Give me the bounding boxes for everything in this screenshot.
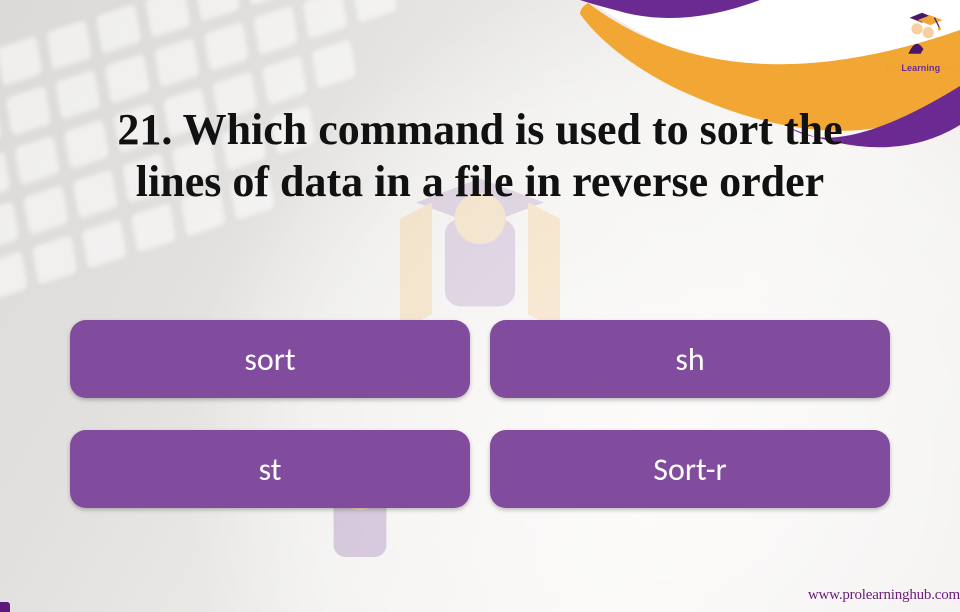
brand-learning: Learning <box>901 63 940 73</box>
answer-c-label: st <box>259 450 282 489</box>
answer-option-d[interactable]: Sort-r <box>490 430 890 508</box>
answer-option-a[interactable]: sort <box>70 320 470 398</box>
answer-option-c[interactable]: st <box>70 430 470 508</box>
answer-d-label: Sort-r <box>653 450 726 489</box>
footer-url: www.prolearninghub.com <box>808 587 960 604</box>
brand-hub: Hub <box>940 63 958 73</box>
answer-a-label: sort <box>244 340 295 379</box>
brand-name: ProLearningHub <box>886 63 958 73</box>
bottom-left-accent <box>0 602 10 612</box>
brand-logo: ProLearningHub <box>886 4 958 73</box>
graduates-icon <box>890 4 954 60</box>
answers-grid: sort sh st Sort-r <box>70 320 890 508</box>
question-text: 21. Which command is used to sort the li… <box>100 104 860 208</box>
brand-pro: Pro <box>886 63 901 73</box>
answer-b-label: sh <box>675 340 704 379</box>
answer-option-b[interactable]: sh <box>490 320 890 398</box>
